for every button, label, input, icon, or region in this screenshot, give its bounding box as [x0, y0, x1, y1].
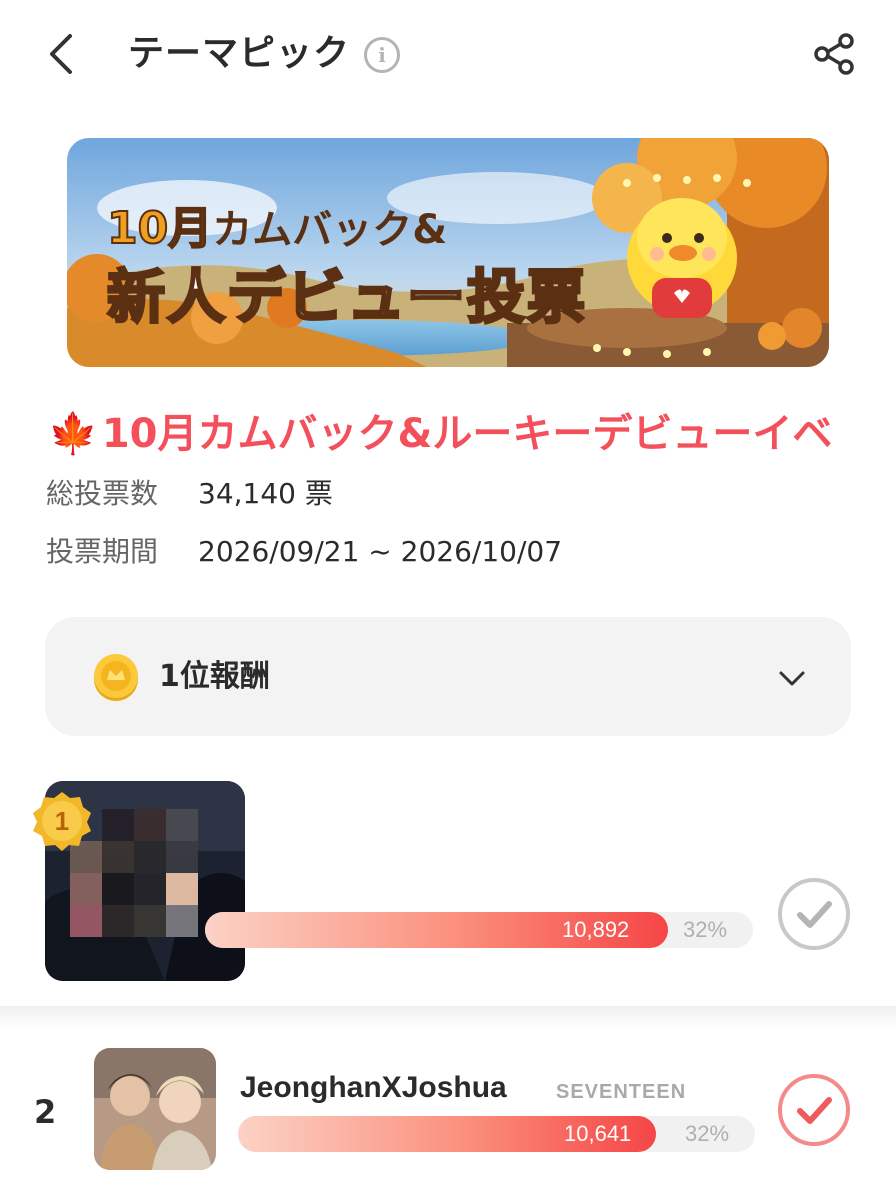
vote-period-label: 投票期間 — [46, 535, 159, 568]
share-button[interactable] — [810, 30, 858, 78]
rank-medal-icon: 1 — [33, 792, 91, 851]
coin-icon — [94, 654, 138, 701]
banner-heading-main: 新人デビュー投票 — [105, 262, 588, 333]
vote-bar-track-2: 10,641 32% — [238, 1116, 755, 1152]
check-circle-icon — [778, 878, 850, 950]
svg-text:1: 1 — [55, 806, 69, 836]
reward-accordion[interactable]: 1位報酬 — [45, 617, 851, 736]
back-button[interactable] — [40, 30, 84, 78]
chevron-down-icon[interactable] — [777, 663, 807, 693]
candidate-row-1 — [0, 760, 896, 1008]
banner-month: 10月 — [106, 202, 213, 255]
event-banner[interactable]: 10月カムバック& 新人デビュー投票 — [67, 138, 829, 367]
check-circle-icon — [778, 1074, 850, 1146]
vote-percent-2: 32% — [685, 1121, 730, 1146]
event-title: 🍁 10月カムバック&ルーキーデビューイベ — [48, 408, 896, 460]
candidate-name-2: JeonghanXJoshua — [240, 1071, 507, 1104]
vote-period-row: 投票期間 2026/09/21 ~ 2026/10/07 — [46, 532, 562, 572]
total-votes-value: 34,140 票 — [198, 477, 333, 510]
chevron-left-icon — [50, 34, 72, 74]
vote-count-2: 10,641 — [564, 1121, 632, 1146]
reward-label: 1位報酬 — [159, 659, 270, 694]
vote-button-1[interactable] — [777, 877, 851, 951]
candidate-photo-2 — [94, 1048, 216, 1170]
vote-count-1: 10,892 — [562, 917, 630, 942]
share-icon — [814, 33, 854, 75]
banner-heading-rest: カムバック& — [212, 207, 448, 253]
event-title-text: 10月カムバック&ルーキーデビューイベ — [101, 411, 833, 457]
vote-bar-track-1: 10,892 32% — [205, 912, 753, 948]
maple-leaf-icon: 🍁 — [48, 411, 98, 457]
banner-heading-top: 10月カムバック& — [106, 192, 448, 256]
candidate-group-2: SEVENTEEN — [556, 1081, 687, 1103]
vote-button-2[interactable] — [777, 1073, 851, 1147]
total-votes-row: 総投票数 34,140 票 — [46, 474, 333, 514]
total-votes-label: 総投票数 — [46, 477, 159, 510]
vote-percent-1: 32% — [683, 917, 728, 942]
vote-period-value: 2026/09/21 ~ 2026/10/07 — [198, 535, 563, 568]
section-divider — [0, 1006, 896, 1028]
info-icon[interactable]: i — [364, 37, 400, 73]
page-title: テーマピック — [128, 33, 351, 74]
rank-number-2: 2 — [34, 1093, 57, 1131]
top-bar: テーマピック i — [0, 0, 896, 110]
